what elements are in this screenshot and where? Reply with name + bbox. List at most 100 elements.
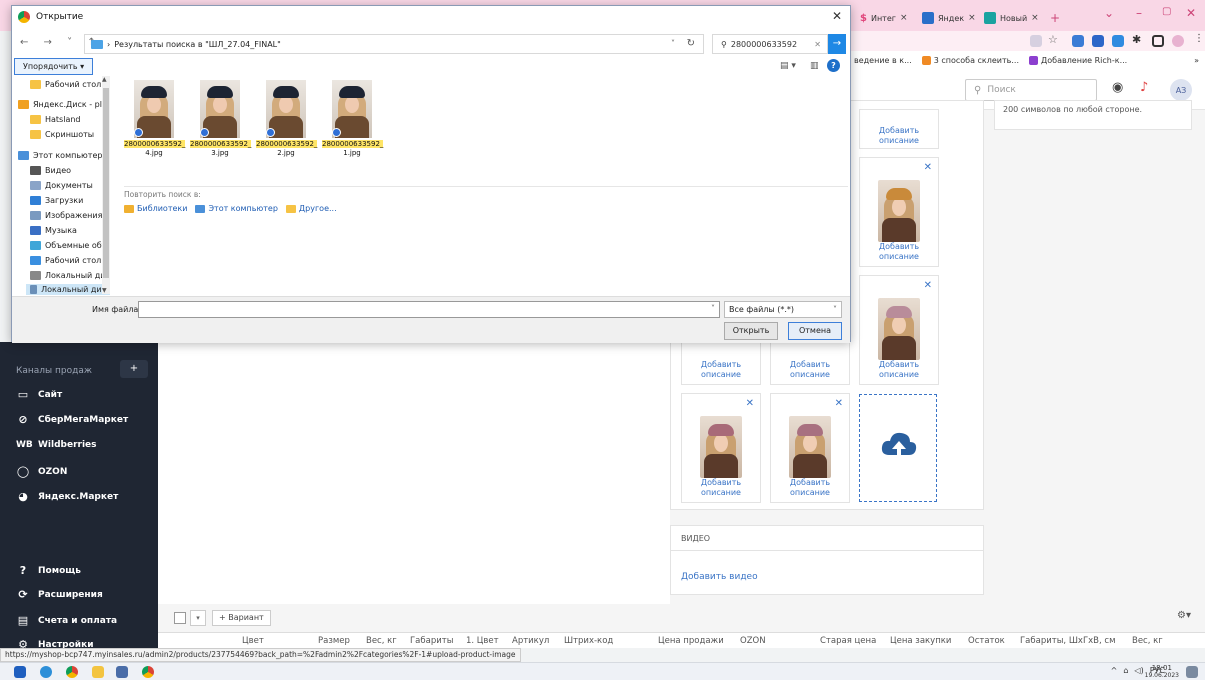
product-image-card[interactable]: ✕ Добавить описание <box>770 393 850 503</box>
nav-item[interactable]: Документы <box>30 181 93 190</box>
add-variant-button[interactable]: + Вариант <box>212 610 271 626</box>
new-tab-button[interactable]: + <box>1046 8 1064 28</box>
nav-item[interactable]: Изображения <box>30 211 102 220</box>
add-description-link[interactable]: Добавить описание <box>771 478 849 498</box>
filename-input[interactable]: ˅ <box>138 301 720 318</box>
product-image-card[interactable]: ✕ Добавить описание <box>859 157 939 267</box>
star-icon[interactable]: ☆ <box>1048 33 1060 46</box>
column-header[interactable]: Размер <box>318 636 350 646</box>
browser-tab[interactable]: Яндек × <box>918 8 980 28</box>
file-item[interactable]: 2800000633592_ 2.jpg <box>256 80 318 158</box>
restore-icon[interactable]: ▢ <box>1162 6 1171 17</box>
bookmark-item[interactable]: ведение в к... <box>854 56 912 65</box>
sidebar-item-wildberries[interactable]: WB Wildberries <box>16 440 97 450</box>
close-icon[interactable]: ✕ <box>924 162 932 173</box>
browser-tab[interactable]: $ Интег × <box>856 8 912 28</box>
repeat-search-libraries[interactable]: Библиотеки <box>124 204 187 213</box>
file-item[interactable]: 2800000633592_ 3.jpg <box>190 80 252 158</box>
column-header[interactable]: Цвет <box>242 636 264 646</box>
close-icon[interactable]: × <box>1031 13 1039 23</box>
close-icon[interactable]: × <box>968 13 976 23</box>
close-icon[interactable]: ✕ <box>1186 6 1196 20</box>
close-icon[interactable]: ✕ <box>924 280 932 291</box>
nav-item[interactable]: Этот компьютер <box>18 151 102 160</box>
close-icon[interactable]: × <box>900 13 908 23</box>
nav-item[interactable]: Рабочий стол <box>30 256 101 265</box>
refresh-icon[interactable]: ↻ <box>687 38 695 49</box>
sidebar-item-site[interactable]: ▭ Сайт <box>16 388 62 401</box>
search-input[interactable]: ⚲ 2800000633592 ✕ <box>712 34 828 54</box>
add-description-link[interactable]: Добавить описание <box>682 360 760 380</box>
sidebar-item-extensions[interactable]: ⟳ Расширения <box>16 588 102 601</box>
chevron-down-icon[interactable]: ˅ <box>671 39 675 48</box>
product-image-card[interactable]: ✕ Добавить описание <box>859 275 939 385</box>
nav-item[interactable]: Hatsland <box>30 115 81 124</box>
bookmark-item[interactable]: Добавление Rich-к... <box>1029 56 1127 65</box>
column-header[interactable]: Габариты, ШхГхВ, см <box>1020 636 1115 646</box>
extension-icon[interactable] <box>1112 35 1124 47</box>
product-image-card[interactable]: Добавить описание <box>859 109 939 149</box>
extension-icon[interactable] <box>1092 35 1104 47</box>
nav-scrollbar[interactable]: ▲ ▼ <box>102 76 110 294</box>
nav-item-selected[interactable]: Локальный дис <box>26 284 110 295</box>
column-header[interactable]: Вес, кг <box>1132 636 1163 646</box>
help-icon[interactable]: ? <box>827 59 840 72</box>
add-description-link[interactable]: Добавить описание <box>860 360 938 380</box>
nav-item[interactable]: Музыка <box>30 226 77 235</box>
column-header[interactable]: Старая цена <box>820 636 876 646</box>
nav-item[interactable]: Объемные объ <box>30 241 107 250</box>
sidepanel-icon[interactable] <box>1152 35 1164 47</box>
upload-image-button[interactable] <box>859 394 937 502</box>
arrange-button[interactable]: Упорядочить ▾ <box>14 58 94 75</box>
sidebar-item-yandex-market[interactable]: ◕ Яндекс.Маркет <box>16 490 118 503</box>
close-icon[interactable]: ✕ <box>835 398 843 409</box>
chevron-down-icon[interactable]: ▾ <box>190 610 206 626</box>
browser-tab[interactable]: Новый × <box>980 8 1043 28</box>
select-all-checkbox[interactable] <box>174 612 186 624</box>
address-bar[interactable]: › Результаты поиска в "ШЛ_27.04_FINAL" ˅… <box>84 34 704 54</box>
close-icon[interactable]: ✕ <box>832 9 842 23</box>
menu-icon[interactable]: ⋮ <box>1194 33 1205 45</box>
puzzle-icon[interactable]: ✱ <box>1132 33 1144 46</box>
minimize-icon[interactable]: – <box>1136 6 1142 20</box>
open-button[interactable]: Открыть <box>724 322 778 340</box>
column-header[interactable]: Вес, кг <box>366 636 397 646</box>
avatar[interactable]: АЗ <box>1170 79 1192 101</box>
nav-item[interactable]: Яндекс.Диск - plr <box>18 100 105 109</box>
chevron-down-icon[interactable]: ⌄ <box>1104 6 1114 20</box>
chevron-up-icon[interactable]: ▲ <box>102 76 107 83</box>
chevron-down-icon[interactable]: ˅ <box>711 304 715 313</box>
add-description-link[interactable]: Добавить описание <box>860 242 938 262</box>
chevron-up-icon[interactable]: ^ <box>1111 666 1118 675</box>
calculator-icon[interactable] <box>116 666 128 678</box>
chat-icon[interactable]: ◉ <box>1112 80 1123 95</box>
nav-item[interactable]: Локальный дис <box>30 271 110 280</box>
add-channel-button[interactable]: + <box>120 360 148 378</box>
column-header[interactable]: Остаток <box>968 636 1005 646</box>
nav-item[interactable]: Видео <box>30 166 71 175</box>
close-icon[interactable]: ✕ <box>746 398 754 409</box>
chrome-icon[interactable] <box>142 666 154 678</box>
sidebar-item-help[interactable]: ? Помощь <box>16 564 81 577</box>
extension-icon[interactable] <box>1072 35 1084 47</box>
more-bookmarks-button[interactable]: » <box>1194 56 1199 65</box>
preview-pane-icon[interactable]: ▥ <box>810 61 819 71</box>
add-description-link[interactable]: Добавить описание <box>860 126 938 146</box>
column-header[interactable]: Цена закупки <box>890 636 951 646</box>
filetype-select[interactable]: Все файлы (*.*) ˅ <box>724 301 842 318</box>
repeat-search-this-pc[interactable]: Этот компьютер <box>195 204 278 213</box>
sidebar-item-sbermegamarket[interactable]: ⊘ СберМегаМаркет <box>16 413 128 426</box>
edge-icon[interactable] <box>40 666 52 678</box>
search-go-button[interactable]: → <box>828 34 846 54</box>
repeat-search-other[interactable]: Другое... <box>285 204 337 213</box>
bookmark-item[interactable]: 3 способа склеить... <box>921 56 1019 65</box>
column-header[interactable]: 1. Цвет <box>466 636 499 646</box>
network-icon[interactable]: ⌂ <box>1123 666 1128 675</box>
column-header[interactable]: Габариты <box>410 636 453 646</box>
nav-item[interactable]: Скриншоты <box>30 130 94 139</box>
nav-item[interactable]: Рабочий стол <box>30 80 101 89</box>
notifications-icon[interactable] <box>1186 666 1198 678</box>
sidebar-item-billing[interactable]: ▤ Счета и оплата <box>16 614 117 627</box>
close-icon[interactable]: ✕ <box>814 40 821 49</box>
product-image-card[interactable]: ✕ Добавить описание <box>681 393 761 503</box>
